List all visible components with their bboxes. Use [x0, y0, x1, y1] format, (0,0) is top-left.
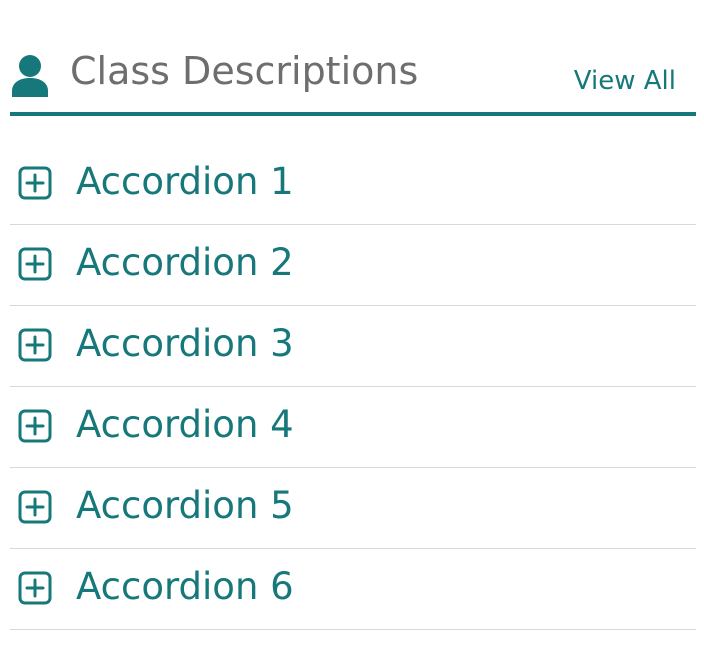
plus-square-icon[interactable] — [18, 166, 52, 200]
accordion-list: Accordion 1 Accordion 2 Accordion 3 Acco… — [10, 116, 696, 630]
class-descriptions-widget: Class Descriptions View All Accordion 1 — [10, 0, 696, 630]
accordion-item-2[interactable]: Accordion 2 — [10, 225, 696, 306]
widget-title: Class Descriptions — [70, 49, 419, 93]
person-icon — [12, 55, 48, 97]
accordion-label: Accordion 6 — [76, 565, 294, 608]
accordion-label: Accordion 2 — [76, 241, 294, 284]
widget-header: Class Descriptions View All — [10, 0, 696, 116]
accordion-label: Accordion 4 — [76, 403, 294, 446]
accordion-item-5[interactable]: Accordion 5 — [10, 468, 696, 549]
accordion-label: Accordion 1 — [76, 160, 294, 203]
accordion-item-3[interactable]: Accordion 3 — [10, 306, 696, 387]
plus-square-icon[interactable] — [18, 247, 52, 281]
view-all-link[interactable]: View All — [574, 65, 676, 97]
plus-square-icon[interactable] — [18, 328, 52, 362]
accordion-label: Accordion 5 — [76, 484, 294, 527]
plus-square-icon[interactable] — [18, 571, 52, 605]
plus-square-icon[interactable] — [18, 490, 52, 524]
accordion-item-4[interactable]: Accordion 4 — [10, 387, 696, 468]
accordion-label: Accordion 3 — [76, 322, 294, 365]
accordion-item-6[interactable]: Accordion 6 — [10, 549, 696, 630]
plus-square-icon[interactable] — [18, 409, 52, 443]
accordion-item-1[interactable]: Accordion 1 — [10, 116, 696, 225]
